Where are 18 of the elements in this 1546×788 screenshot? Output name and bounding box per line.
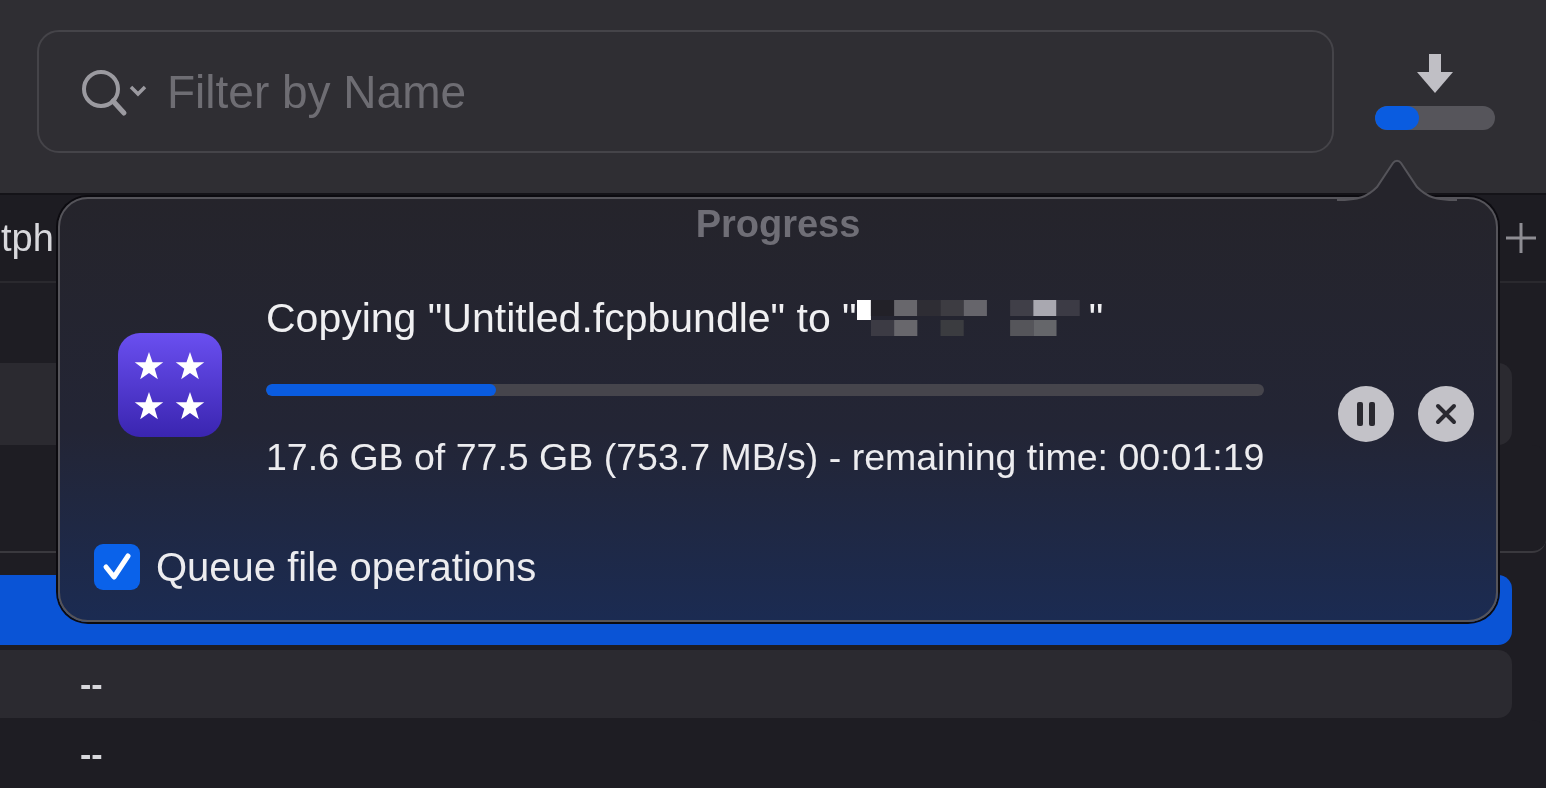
transfer-stats: 17.6 GB of 77.5 GB (753.7 MB/s) - remaining time: 00:01:19 xyxy=(266,436,1265,479)
row-cell: -- xyxy=(80,664,103,704)
search-bar[interactable]: Filter by Name xyxy=(37,30,1334,153)
add-icon[interactable] xyxy=(1506,223,1536,253)
queue-checkbox[interactable] xyxy=(94,544,140,590)
row-cell: -- xyxy=(80,734,103,774)
close-icon xyxy=(1435,403,1458,425)
operation-title: Copying "Untitled.fcpbundle" to " xyxy=(266,294,857,342)
download-progress-button[interactable] xyxy=(1374,54,1496,130)
popover-title: Progress xyxy=(695,203,861,246)
closing-quote: " xyxy=(1088,294,1104,342)
checkmark-icon xyxy=(102,552,132,582)
app-icon xyxy=(118,332,222,437)
tab-label[interactable]: tph xyxy=(1,216,54,260)
pause-icon xyxy=(1355,402,1378,426)
checkbox-label[interactable]: Queue file operations xyxy=(156,544,537,590)
list-row[interactable]: -- xyxy=(0,650,1512,718)
download-arrow-icon xyxy=(1415,54,1455,94)
